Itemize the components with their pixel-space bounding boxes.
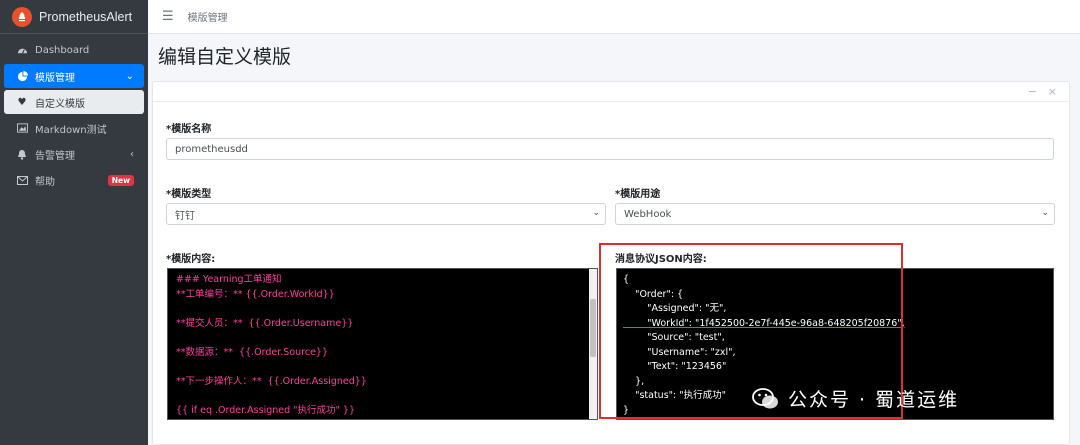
bell-icon	[16, 148, 28, 160]
envelope-icon	[16, 174, 28, 186]
code-line: ### Yearning工单通知	[176, 274, 282, 285]
template-usage-select[interactable]: WebHook ⌄	[615, 203, 1055, 225]
chevron-down-icon: ⌄	[592, 208, 600, 218]
watermark-text: 公众号 · 蜀道运维	[788, 389, 960, 411]
sidebar-nav: Dashboard 模版管理 ⌄ ♥ 自定义模版 Markdown测试 告警管理…	[0, 34, 148, 192]
chart-pie-icon	[16, 70, 28, 82]
heart-icon: ♥	[17, 96, 27, 108]
brand-name: PrometheusAlert	[39, 9, 133, 24]
template-content-editor[interactable]: ### Yearning工单通知 **工单编号：** {{.Order.Work…	[167, 268, 598, 420]
editor-scrollbar[interactable]	[589, 269, 597, 419]
sidebar-item-label: 告警管理	[35, 150, 75, 162]
dashboard-icon	[16, 44, 28, 56]
sidebar-item-dashboard[interactable]: Dashboard	[4, 38, 144, 62]
menu-toggle-icon[interactable]: ☰	[162, 9, 174, 24]
sidebar: PrometheusAlert Dashboard 模版管理 ⌄ ♥ 自定义模版…	[0, 0, 148, 445]
sidebar-item-label: 模版管理	[35, 72, 75, 84]
chevron-left-icon: ‹	[130, 148, 134, 160]
chevron-down-icon: ⌄	[125, 70, 134, 82]
sidebar-item-template-management[interactable]: 模版管理 ⌄	[4, 64, 144, 88]
code-line: **提交人员：** {{.Order.Username}}	[176, 317, 354, 329]
template-usage-value: WebHook	[624, 208, 672, 220]
template-type-select[interactable]: 钉钉 ⌄	[166, 203, 606, 225]
wechat-icon	[752, 387, 778, 408]
top-navbar: ☰ 模版管理	[148, 0, 1080, 34]
breadcrumb[interactable]: 模版管理	[188, 9, 228, 24]
template-type-value: 钉钉	[175, 210, 195, 222]
template-usage-label: *模版用途	[615, 189, 661, 200]
watermark: 公众号 · 蜀道运维	[752, 385, 959, 412]
sidebar-item-custom-template[interactable]: ♥ 自定义模版	[4, 90, 144, 114]
template-name-value: prometheusdd	[175, 143, 248, 155]
code-line: {{ if eq .Order.Assigned "执行成功" }}	[176, 404, 356, 416]
chevron-down-icon: ⌄	[1041, 208, 1049, 218]
prometheus-logo-icon	[12, 6, 32, 27]
scrollbar-thumb[interactable]	[590, 299, 596, 357]
minimize-icon[interactable]: −	[1028, 85, 1037, 98]
sidebar-item-alert-management[interactable]: 告警管理 ‹	[4, 142, 144, 166]
sidebar-item-label: Dashboard	[35, 44, 90, 56]
template-content-label: *模版内容:	[166, 254, 216, 265]
code-line: **数据源：** {{.Order.Source}}	[176, 346, 329, 358]
new-badge: New	[107, 174, 134, 186]
sidebar-item-label: Markdown测试	[35, 124, 107, 136]
template-name-input[interactable]: prometheusdd	[166, 138, 1054, 160]
template-name-label: *模版名称	[166, 124, 212, 135]
sidebar-item-label: 自定义模版	[35, 98, 85, 110]
close-icon[interactable]: ×	[1048, 85, 1057, 98]
sidebar-item-help[interactable]: 帮助 New	[4, 168, 144, 192]
code-line: **工单编号：** {{.Order.WorkId}}	[176, 288, 335, 300]
page-title: 编辑自定义模版	[158, 46, 292, 68]
sidebar-item-markdown-test[interactable]: Markdown测试	[4, 116, 144, 140]
template-type-label: *模版类型	[166, 189, 212, 200]
sidebar-item-label: 帮助	[35, 176, 55, 188]
code-line: **下一步操作人：** {{.Order.Assigned}}	[176, 375, 367, 387]
card-header: − ×	[153, 82, 1069, 102]
brand[interactable]: PrometheusAlert	[0, 0, 148, 34]
image-icon	[16, 122, 28, 134]
